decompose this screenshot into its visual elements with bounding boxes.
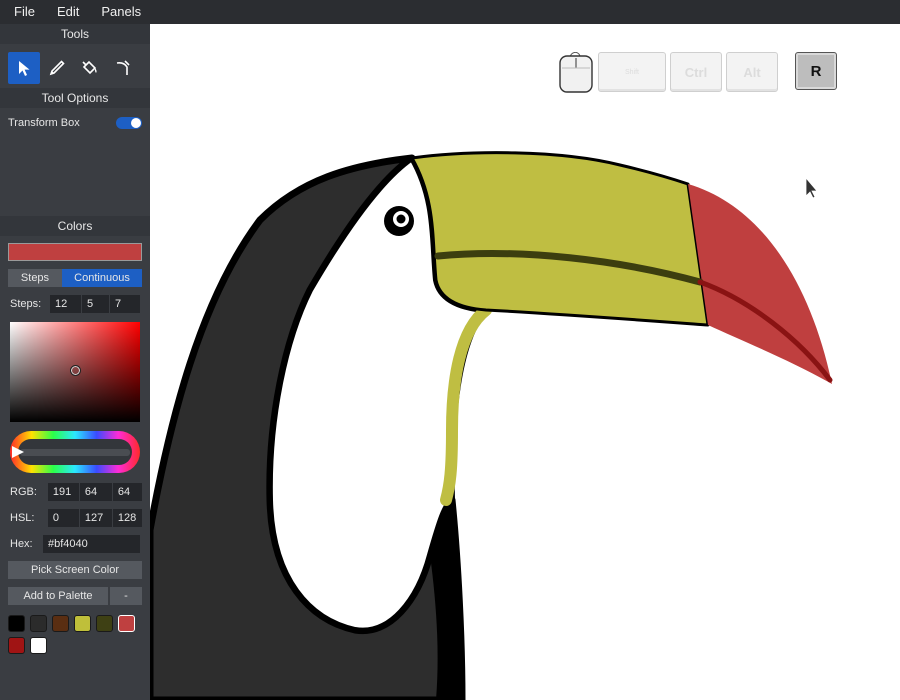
hue-slider-handle[interactable] — [12, 446, 24, 458]
shift-key-label: Shift — [624, 68, 639, 76]
alt-key: Alt — [726, 52, 778, 92]
hex-input[interactable]: #bf4040 — [43, 535, 140, 553]
fill-tool-button[interactable] — [74, 52, 106, 84]
color-palette — [8, 615, 148, 659]
transform-box-label: Transform Box — [8, 117, 80, 129]
toucan-eye-pupil — [396, 214, 406, 224]
menu-panels[interactable]: Panels — [89, 0, 151, 24]
palette-buttons-row: Add to Palette - — [8, 587, 142, 605]
rgb-b-input[interactable]: 64 — [112, 483, 142, 501]
colors-panel: Steps Continuous Steps: 12 5 7 RGB: 191 … — [0, 243, 150, 659]
steps-row: Steps: 12 5 7 — [8, 295, 142, 313]
menu-file[interactable]: File — [0, 0, 45, 24]
add-to-palette-button[interactable]: Add to Palette — [8, 587, 108, 605]
palette-swatch[interactable] — [8, 615, 25, 632]
key-overlay: Shift Ctrl Alt R — [558, 52, 841, 94]
color-mode-tabs: Steps Continuous — [8, 269, 142, 287]
pencil-tool-button[interactable] — [41, 52, 73, 84]
hsl-row: HSL: 0 127 128 — [8, 509, 142, 527]
palette-swatch[interactable] — [8, 637, 25, 654]
toggle-knob — [131, 118, 141, 128]
eyedropper-icon — [116, 60, 130, 75]
toucan-drawing — [150, 151, 833, 700]
toucan-beak-yellow — [410, 151, 710, 327]
menu-bar: File Edit Panels — [0, 0, 900, 24]
r-key: R — [795, 52, 837, 90]
left-sidebar: Tools Tool Options Transform Box Colors … — [0, 24, 150, 700]
steps-input-2[interactable]: 5 — [82, 295, 110, 313]
rgb-r-input[interactable]: 191 — [47, 483, 80, 501]
tool-options-panel-title: Tool Options — [0, 88, 150, 108]
select-arrow-icon — [19, 61, 30, 76]
palette-swatch[interactable] — [96, 615, 113, 632]
mouse-icon — [559, 52, 593, 93]
sv-picker-cursor[interactable] — [70, 365, 81, 376]
drawing-canvas[interactable]: Shift Ctrl Alt R — [150, 24, 900, 700]
rgb-label: RGB: — [10, 486, 37, 498]
paint-bucket-icon — [82, 60, 97, 75]
steps-mode-tab[interactable]: Steps — [8, 269, 62, 287]
steps-input-3[interactable]: 7 — [110, 295, 140, 313]
pencil-icon — [49, 60, 65, 76]
rgb-row: RGB: 191 64 64 — [8, 483, 142, 501]
select-tool-button[interactable] — [8, 52, 40, 84]
current-color-swatch[interactable] — [8, 243, 142, 261]
shift-key: Shift — [598, 52, 666, 92]
steps-label: Steps: — [10, 298, 42, 310]
colors-panel-title: Colors — [0, 216, 150, 236]
hue-slider-track — [20, 449, 130, 456]
tool-options-panel: Transform Box — [0, 108, 150, 216]
saturation-value-picker[interactable] — [10, 322, 140, 422]
hue-slider[interactable] — [10, 431, 140, 473]
continuous-mode-tab[interactable]: Continuous — [62, 269, 142, 287]
hsl-l-input[interactable]: 128 — [112, 509, 142, 527]
palette-swatch[interactable] — [30, 615, 47, 632]
hex-label: Hex: — [10, 538, 33, 550]
hsl-h-input[interactable]: 0 — [47, 509, 80, 527]
transform-box-row: Transform Box — [0, 108, 150, 132]
steps-input-1[interactable]: 12 — [50, 295, 82, 313]
pick-screen-color-button[interactable]: Pick Screen Color — [8, 561, 142, 579]
eyedropper-tool-button[interactable] — [107, 52, 139, 84]
rgb-g-input[interactable]: 64 — [79, 483, 113, 501]
palette-swatch[interactable] — [30, 637, 47, 654]
tools-row — [0, 44, 150, 88]
remove-from-palette-button[interactable]: - — [110, 587, 142, 605]
tools-panel-title: Tools — [0, 24, 150, 44]
menu-edit[interactable]: Edit — [45, 0, 89, 24]
hsl-label: HSL: — [10, 512, 35, 524]
palette-swatch[interactable] — [118, 615, 135, 632]
palette-swatch[interactable] — [74, 615, 91, 632]
ctrl-key: Ctrl — [670, 52, 722, 92]
hsl-s-input[interactable]: 127 — [79, 509, 113, 527]
palette-swatch[interactable] — [52, 615, 69, 632]
mouse-cursor-icon — [805, 176, 818, 199]
transform-box-toggle[interactable] — [116, 117, 142, 129]
hex-row: Hex: #bf4040 — [8, 535, 142, 553]
